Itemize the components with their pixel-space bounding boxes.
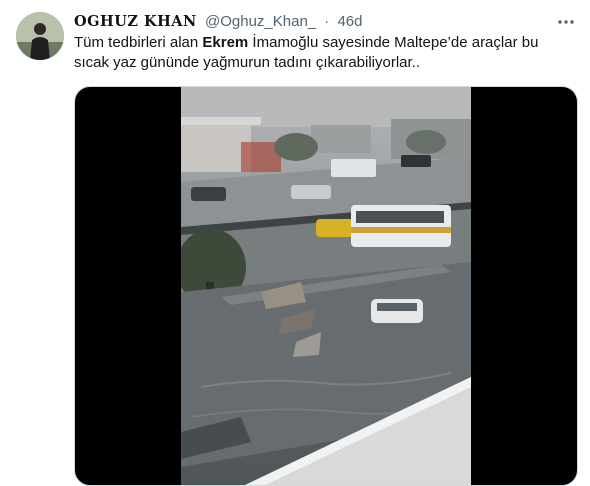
tweet-video[interactable]: [74, 86, 578, 486]
separator-dot: ·: [324, 13, 330, 30]
more-options-button[interactable]: [552, 8, 580, 36]
tweet-header: OGHUZ KHAN @Oghuz_Khan_ · 46d: [74, 13, 582, 33]
tweet-text-bold: Ekrem: [202, 34, 249, 51]
more-dots-icon: [558, 20, 574, 24]
video-frame[interactable]: [181, 87, 471, 485]
author-display-name[interactable]: OGHUZ KHAN: [74, 13, 197, 30]
tweet-timestamp[interactable]: 46d: [337, 13, 362, 30]
tweet-text: Tüm tedbirleri alan Ekrem İmamoğlu sayes…: [74, 33, 564, 73]
avatar[interactable]: [16, 12, 64, 60]
tweet-text-part1: Tüm tedbirleri alan: [74, 34, 203, 51]
author-handle[interactable]: @Oghuz_Khan_: [205, 13, 316, 30]
